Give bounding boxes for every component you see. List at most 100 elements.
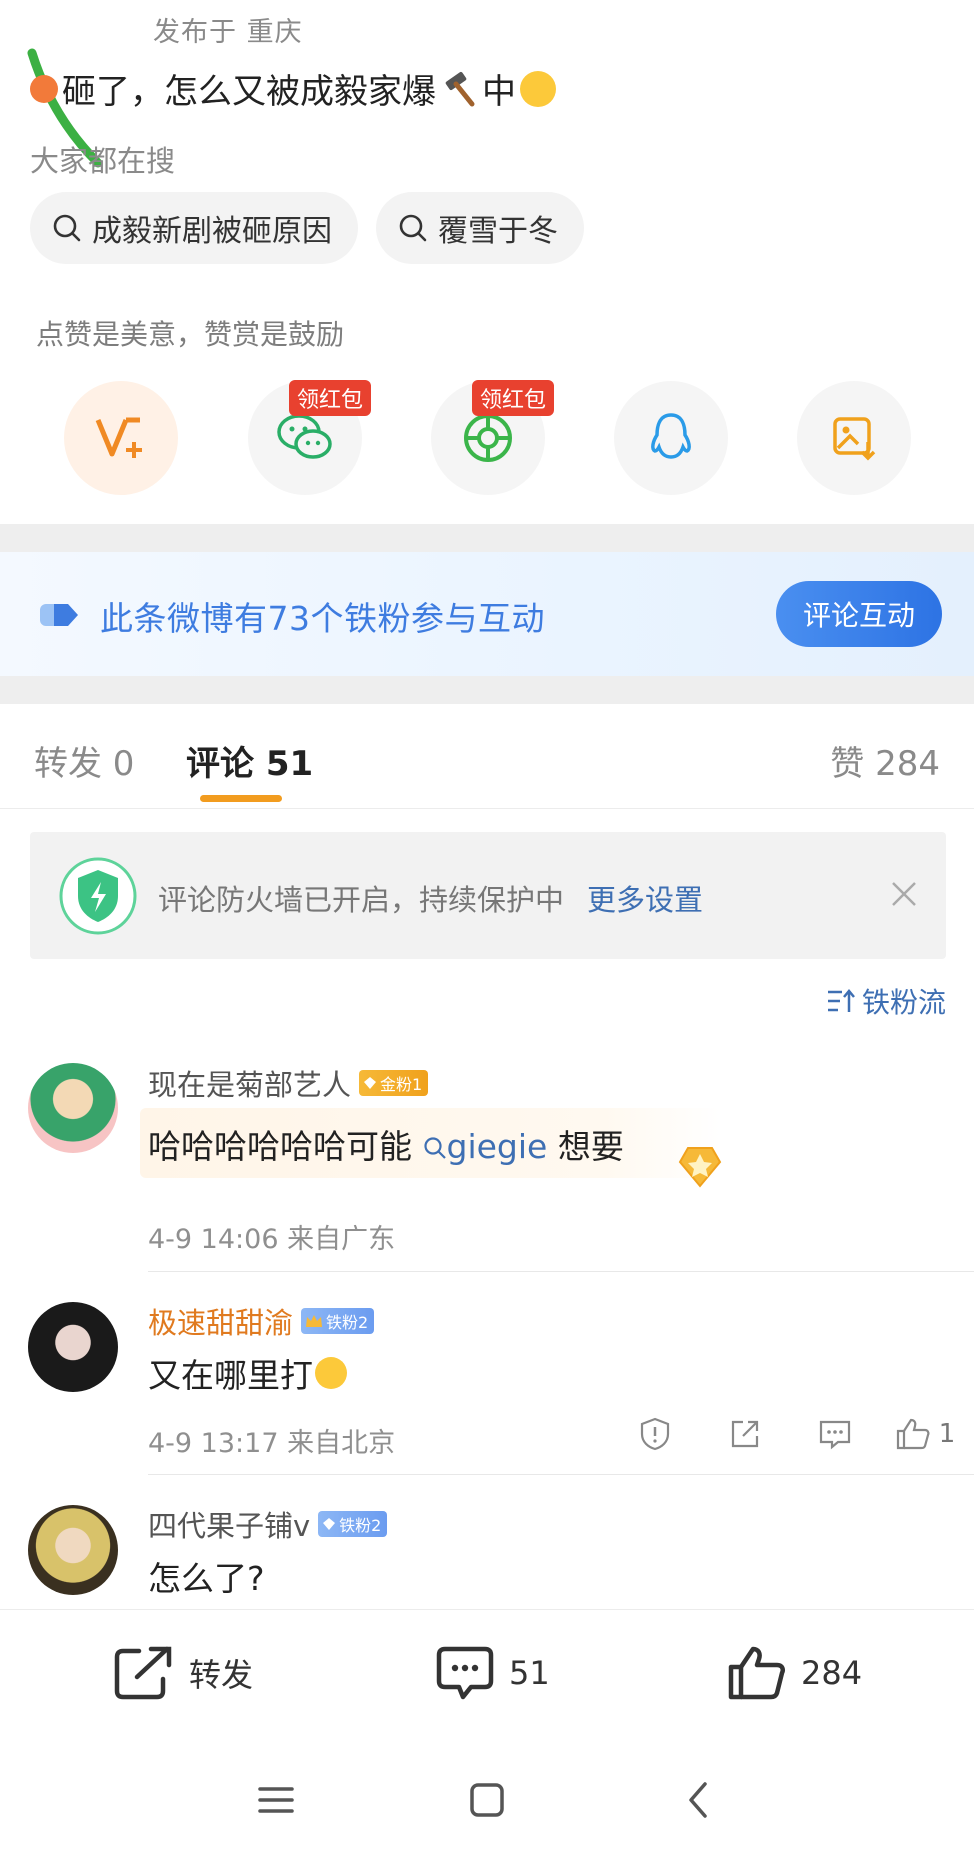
hammer-icon: [445, 71, 475, 106]
comment-button[interactable]: 51: [435, 1645, 550, 1701]
comment-author[interactable]: 四代果子铺v 铁粉2: [148, 1503, 388, 1545]
avatar[interactable]: [28, 1302, 118, 1392]
home-square-icon: [470, 1783, 504, 1817]
sort-toggle[interactable]: 铁粉流: [826, 981, 946, 1021]
save-image-button[interactable]: [797, 381, 911, 495]
mention-text: giegie: [446, 1127, 548, 1166]
divider: [148, 1474, 974, 1475]
sort-toggle-label: 铁粉流: [861, 986, 946, 1019]
share-comment-button[interactable]: [700, 1418, 790, 1450]
reply-button[interactable]: [790, 1418, 880, 1450]
chevron-left-icon: [689, 1782, 707, 1818]
mention-link[interactable]: giegie: [412, 1127, 547, 1166]
comment-body: 又在哪里打: [148, 1349, 347, 1397]
post-text: 砸了，怎么又被成毅家爆 中: [30, 64, 556, 113]
report-button[interactable]: [610, 1417, 700, 1451]
recent-apps-button[interactable]: [246, 1770, 306, 1830]
more-settings-link[interactable]: 更多设置: [587, 877, 703, 919]
comment-body: 哈哈哈哈哈哈可能 giegie 想要: [148, 1120, 624, 1168]
comment-author-name: 现在是菊部艺人: [148, 1068, 352, 1102]
fan-badge: 铁粉2: [318, 1511, 388, 1537]
share-qq-button[interactable]: [614, 381, 728, 495]
like-count: 284: [801, 1654, 863, 1692]
tab-repost[interactable]: 转发 0: [34, 736, 134, 785]
repost-icon: [114, 1646, 172, 1700]
search-hint-label: 大家都在搜: [30, 144, 176, 178]
diamond-icon: [364, 1077, 377, 1089]
fans-banner-text: 此条微博有73个铁粉参与互动: [100, 599, 545, 638]
like-button[interactable]: 284: [727, 1645, 862, 1701]
close-icon[interactable]: [890, 880, 918, 908]
search-icon: [399, 214, 427, 242]
comment-author-name: 四代果子铺v: [148, 1509, 311, 1543]
search-icon: [53, 214, 81, 242]
comment-text: 想要: [547, 1127, 624, 1166]
laughing-emoji-icon: [315, 1357, 347, 1389]
fans-interaction-icon: [40, 604, 78, 626]
comment-icon: [819, 1420, 851, 1450]
tab-comment[interactable]: 评论 51: [186, 736, 313, 785]
repost-button[interactable]: 转发: [113, 1645, 253, 1701]
crown-icon: [306, 1315, 323, 1327]
thumbs-up-icon: [728, 1646, 786, 1700]
search-chip[interactable]: 成毅新剧被砸原因: [30, 192, 358, 264]
comment-author-name: 极速甜甜渝: [148, 1306, 294, 1340]
back-button[interactable]: [668, 1770, 728, 1830]
avatar[interactable]: [28, 1063, 118, 1153]
comment-text: 哈哈哈哈哈哈可能: [148, 1127, 412, 1166]
comment-icon: [436, 1646, 494, 1700]
divider: [148, 1271, 974, 1272]
search-chip-label: 成毅新剧被砸原因: [92, 214, 332, 249]
tab-like[interactable]: 赞 284: [830, 736, 940, 785]
qq-icon: [651, 413, 691, 459]
comment-meta: 4-9 14:06 来自广东: [148, 1224, 396, 1255]
shush-emoji-icon: [520, 70, 556, 107]
comment-actions: 1: [610, 1417, 970, 1451]
emoji-icon: [30, 74, 58, 103]
comment-interact-button[interactable]: 评论互动: [776, 581, 942, 647]
section-separator: [0, 524, 974, 552]
search-chip[interactable]: 覆雪于冬: [376, 192, 584, 264]
moments-icon: [464, 414, 512, 462]
sort-icon: [827, 989, 855, 1012]
search-icon: [423, 1137, 446, 1159]
reward-hint: 点赞是美意，赞赏是鼓励: [36, 318, 345, 351]
medal-icon: [678, 1147, 722, 1188]
post-text-part-b: 中: [482, 72, 516, 112]
reward-vip-button[interactable]: [64, 381, 178, 495]
home-button[interactable]: [457, 1770, 517, 1830]
wechat-icon: [277, 414, 332, 459]
search-chip-label: 覆雪于冬: [438, 214, 558, 249]
comment-like-count: 1: [938, 1419, 956, 1449]
red-packet-tag: 领红包: [472, 380, 555, 416]
red-packet-tag: 领红包: [289, 380, 372, 416]
comment-like-button[interactable]: 1: [880, 1417, 970, 1451]
comment-author[interactable]: 极速甜甜渝 铁粉2: [148, 1300, 375, 1342]
diamond-icon: [323, 1518, 336, 1530]
comment-text: 又在哪里打: [148, 1356, 313, 1395]
menu-icon: [258, 1787, 294, 1813]
fan-badge-label: 铁粉2: [339, 1516, 382, 1535]
fan-badge: 铁粉2: [301, 1308, 375, 1334]
comment-count: 51: [509, 1654, 550, 1692]
shield-icon: [59, 857, 137, 935]
repost-label: 转发: [189, 1656, 254, 1694]
post-location: 发布于 重庆: [153, 17, 303, 48]
active-tab-indicator: [200, 795, 282, 802]
comment-meta: 4-9 13:17 来自北京: [148, 1428, 396, 1459]
avatar[interactable]: [28, 1505, 118, 1595]
fan-badge-label: 铁粉2: [326, 1313, 369, 1332]
fan-badge-label: 金粉1: [380, 1075, 423, 1094]
fan-badge: 金粉1: [359, 1070, 429, 1096]
comment-body: 怎么了?: [148, 1559, 265, 1598]
save-image-icon: [833, 417, 876, 461]
divider: [0, 808, 974, 809]
post-text-part-a: 砸了，怎么又被成毅家爆: [62, 72, 436, 112]
thumbs-up-icon: [896, 1418, 930, 1450]
share-icon: [731, 1420, 759, 1448]
firewall-text: 评论防火墙已开启，持续保护中: [158, 883, 565, 917]
v-plus-icon: [95, 417, 142, 458]
section-separator: [0, 676, 974, 704]
comment-author[interactable]: 现在是菊部艺人 金粉1: [148, 1062, 429, 1104]
shield-alert-icon: [640, 1417, 670, 1451]
